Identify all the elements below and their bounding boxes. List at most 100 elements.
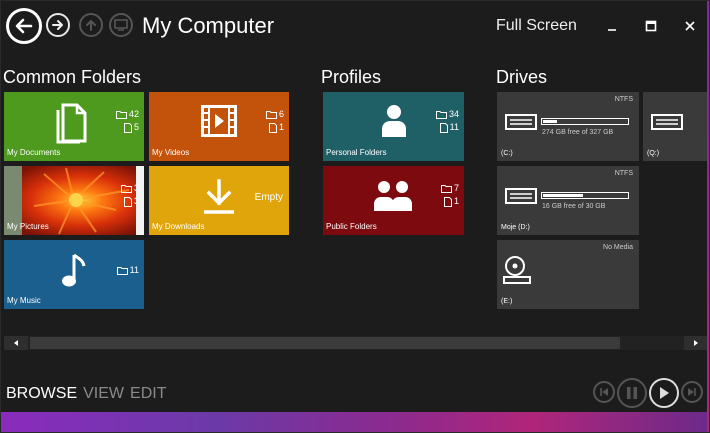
file-count: 1	[278, 122, 284, 132]
tile-my-music[interactable]: 11 My Music	[4, 240, 144, 309]
hard-drive-icon	[505, 114, 537, 130]
close-icon	[685, 21, 695, 31]
minimize-button[interactable]	[601, 15, 623, 37]
drive-usage-bar	[541, 118, 629, 125]
folder-count: 3	[133, 183, 139, 193]
documents-icon	[56, 103, 87, 144]
tile-my-videos[interactable]: 6 1 My Videos	[149, 92, 289, 161]
tile-counts: 3 3	[120, 182, 139, 208]
app-window: My Computer Full Screen Common Folders P…	[0, 0, 710, 433]
drive-usage-fill	[543, 194, 584, 197]
browse-tab[interactable]: BROWSE	[6, 385, 77, 402]
view-tab[interactable]: VIEW	[83, 385, 124, 402]
drive-q[interactable]: (Q:)	[643, 92, 709, 161]
scroll-right-icon	[694, 340, 698, 346]
scroll-left-icon	[14, 340, 18, 346]
close-button[interactable]	[679, 15, 701, 37]
music-note-icon	[62, 253, 86, 287]
drive-e[interactable]: No Media (E:)	[497, 240, 639, 309]
drive-free-space: 16 GB free of 30 GB	[542, 203, 606, 210]
forward-button[interactable]	[46, 13, 70, 37]
hard-drive-icon	[651, 114, 683, 130]
play-icon	[660, 387, 669, 399]
tile-personal-folders[interactable]: 34 11 Personal Folders	[323, 92, 464, 161]
scroll-thumb[interactable]	[30, 337, 620, 349]
drive-label: (Q:)	[647, 150, 660, 157]
folder-icon	[116, 267, 128, 275]
full-screen-button[interactable]: Full Screen	[496, 17, 577, 35]
drive-usage-bar	[541, 192, 629, 199]
hard-drive-icon	[505, 188, 537, 204]
no-media-status: No Media	[603, 244, 633, 251]
folder-icon	[435, 111, 447, 119]
title-bar: My Computer Full Screen	[1, 1, 710, 53]
section-title-drives: Drives	[496, 67, 548, 87]
folder-icon	[115, 111, 127, 119]
file-count: 3	[133, 196, 139, 206]
tile-label: My Downloads	[152, 222, 205, 231]
arrow-left-icon	[15, 18, 33, 34]
drive-label: (C:)	[501, 150, 513, 157]
tile-my-pictures[interactable]: 3 3 My Pictures	[4, 166, 144, 235]
horizontal-scrollbar[interactable]	[4, 336, 708, 350]
user-icon	[382, 105, 406, 137]
page-title: My Computer	[142, 13, 275, 38]
tile-public-folders[interactable]: 7 1 Public Folders	[323, 166, 464, 235]
tile-my-documents[interactable]: 42 5 My Documents	[4, 92, 144, 161]
tile-counts: 11	[116, 264, 139, 277]
file-icon	[123, 196, 132, 207]
drive-label: (E:)	[501, 298, 513, 305]
optical-drive-icon	[503, 256, 531, 284]
drive-usage-fill	[543, 120, 557, 123]
folder-count: 7	[453, 183, 459, 193]
computer-button[interactable]	[109, 13, 133, 37]
arrow-right-icon	[52, 20, 63, 30]
maximize-button[interactable]	[640, 15, 662, 37]
play-button[interactable]	[649, 378, 679, 408]
tile-counts: 7 1	[440, 182, 459, 208]
file-count: 1	[453, 196, 459, 206]
tile-label: My Videos	[152, 148, 190, 157]
film-icon	[201, 105, 237, 137]
next-button[interactable]	[681, 381, 703, 403]
pause-button[interactable]	[617, 378, 647, 408]
pause-icon	[627, 387, 637, 399]
folder-count: 11	[129, 265, 139, 275]
file-icon	[439, 122, 448, 133]
monitor-icon	[114, 19, 128, 31]
minimize-icon	[608, 29, 616, 31]
edit-tab[interactable]: EDIT	[130, 385, 166, 402]
previous-button[interactable]	[593, 381, 615, 403]
tile-label: My Music	[7, 296, 41, 305]
up-button[interactable]	[79, 13, 103, 37]
tile-label: My Documents	[7, 148, 61, 157]
bottom-nav: BROWSE VIEW EDIT	[6, 385, 172, 403]
tile-counts: 42 5	[115, 108, 139, 134]
maximize-icon	[645, 20, 657, 32]
scroll-left-button[interactable]	[4, 336, 28, 350]
drive-c[interactable]: NTFS 274 GB free of 327 GB (C:)	[497, 92, 639, 161]
folder-count: 34	[448, 109, 459, 119]
window-right-border	[707, 1, 709, 432]
section-title-common-folders: Common Folders	[3, 67, 142, 87]
file-icon	[268, 122, 277, 133]
users-icon	[374, 181, 412, 211]
tile-my-downloads[interactable]: Empty My Downloads	[149, 166, 289, 235]
drive-label: Moje (D:)	[501, 224, 530, 231]
skip-forward-icon	[688, 388, 696, 396]
scroll-right-button[interactable]	[684, 336, 708, 350]
filesystem-label: NTFS	[614, 170, 633, 177]
drive-d[interactable]: NTFS 16 GB free of 30 GB Moje (D:)	[497, 166, 639, 235]
tile-counts: 34 11	[435, 108, 459, 134]
window-bottom-border	[1, 412, 709, 432]
empty-status: Empty	[254, 192, 283, 203]
arrow-up-icon	[86, 20, 96, 31]
file-icon	[123, 122, 132, 133]
back-button[interactable]	[6, 8, 42, 44]
folder-count: 42	[128, 109, 139, 119]
folder-icon	[440, 185, 452, 193]
tile-label: Public Folders	[326, 222, 377, 231]
file-count: 11	[449, 122, 459, 132]
section-title-profiles: Profiles	[321, 67, 382, 87]
skip-back-icon	[600, 388, 608, 396]
